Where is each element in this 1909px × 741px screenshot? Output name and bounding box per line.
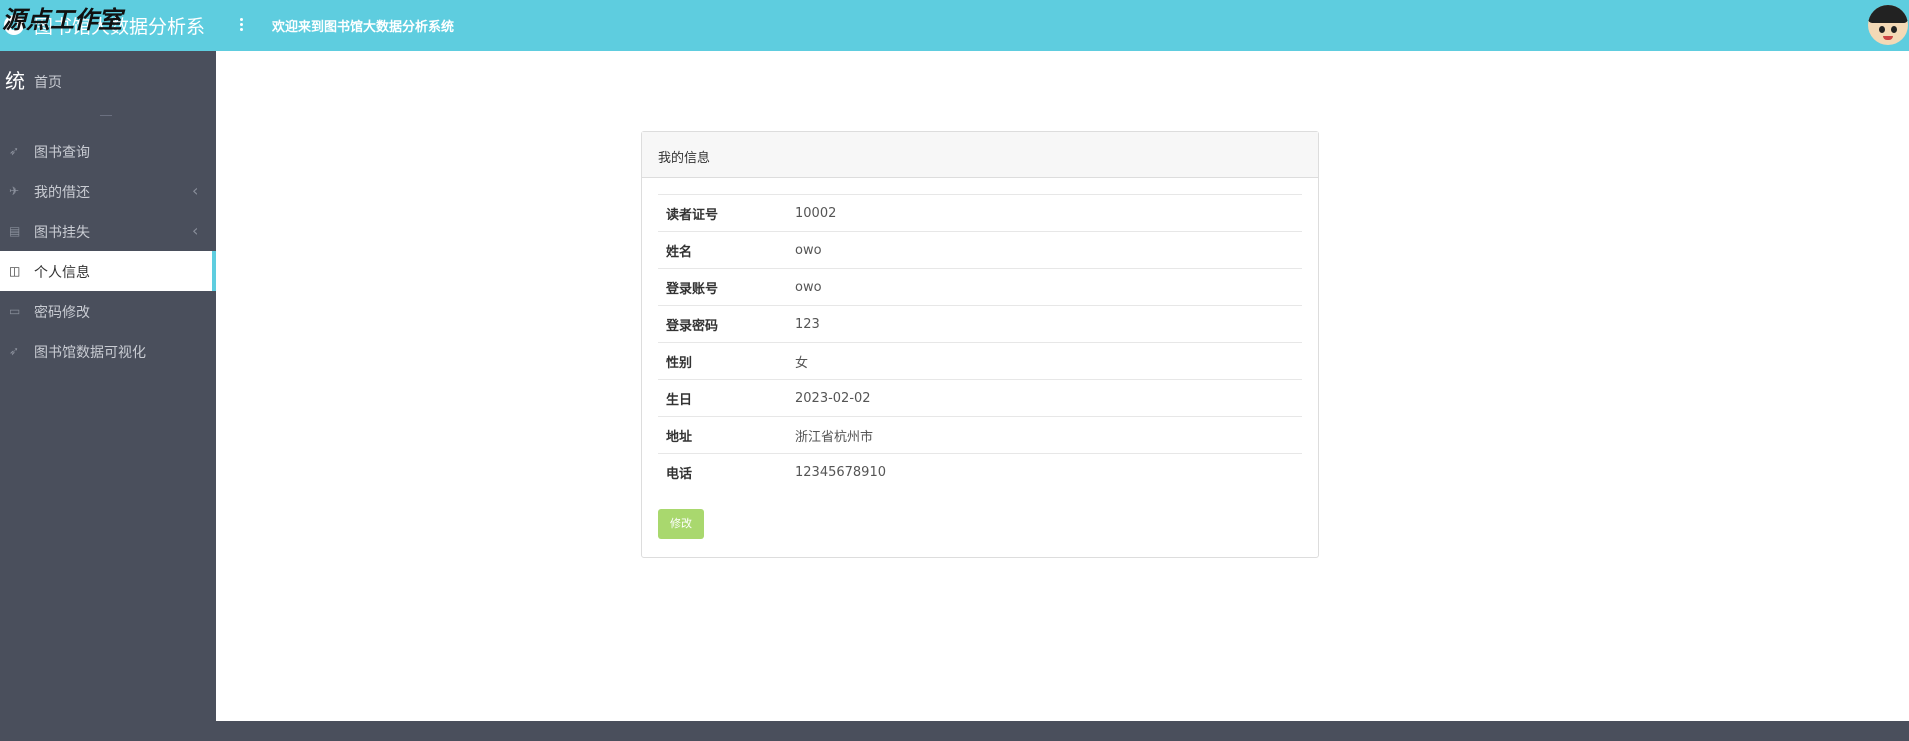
table-row: 生日 2023-02-02	[658, 379, 1302, 417]
sidebar-item-label: 密码修改	[34, 305, 90, 321]
row-key: 生日	[658, 379, 787, 417]
row-key: 电话	[658, 453, 787, 490]
table-row: 姓名 owo	[658, 231, 1302, 269]
chevron-left-icon: ‹	[192, 181, 199, 200]
row-value: 2023-02-02	[787, 379, 1302, 417]
sidebar: 统 首页 ➶ 图书查询 ✈ 我的借还 ‹ ▤ 图书挂失 ‹ ◫ 个人信息 ▭ 密…	[0, 51, 216, 741]
row-value: 浙江省杭州市	[787, 416, 1302, 454]
sidebar-item-label: 我的借还	[34, 185, 90, 201]
row-value: 12345678910	[787, 453, 1302, 490]
sidebar-item-label: 图书挂失	[34, 225, 90, 241]
table-row: 性别 女	[658, 342, 1302, 380]
row-key: 地址	[658, 416, 787, 454]
sidebar-item-label: 图书查询	[34, 145, 90, 161]
table-row: 登录密码 123	[658, 305, 1302, 343]
sidebar-item-book-loss[interactable]: ▤ 图书挂失 ‹	[0, 211, 216, 251]
sidebar-item-label: 个人信息	[34, 265, 90, 281]
rocket-icon: ➶	[9, 144, 20, 158]
top-navbar: 图书馆大数据分析系 源点工作室 欢迎来到图书馆大数据分析系统	[0, 0, 1909, 51]
row-key: 登录密码	[658, 305, 787, 343]
footer-bar	[216, 721, 1909, 741]
row-key: 读者证号	[658, 194, 787, 232]
rocket-icon: ➶	[9, 344, 20, 358]
sidebar-item-book-search[interactable]: ➶ 图书查询	[0, 131, 216, 171]
sidebar-divider	[100, 115, 112, 116]
row-key: 登录账号	[658, 268, 787, 306]
sidebar-item-change-password[interactable]: ▭ 密码修改	[0, 291, 216, 331]
my-info-panel: 我的信息 读者证号 10002 姓名 owo 登录账号 owo 登录密码 123	[641, 131, 1319, 558]
user-avatar[interactable]	[1868, 5, 1908, 45]
sidebar-item-personal-info[interactable]: ◫ 个人信息	[0, 251, 216, 291]
table-row: 登录账号 owo	[658, 268, 1302, 306]
row-value: owo	[787, 268, 1302, 306]
menu-toggle-icon[interactable]	[240, 18, 244, 32]
table-row: 读者证号 10002	[658, 194, 1302, 232]
sidebar-item-my-borrow[interactable]: ✈ 我的借还 ‹	[0, 171, 216, 211]
main-content: 我的信息 读者证号 10002 姓名 owo 登录账号 owo 登录密码 123	[216, 51, 1909, 721]
info-table: 读者证号 10002 姓名 owo 登录账号 owo 登录密码 123 性别 女…	[658, 194, 1302, 490]
welcome-text: 欢迎来到图书馆大数据分析系统	[272, 20, 455, 35]
copy-icon: ▤	[9, 224, 21, 238]
row-key: 姓名	[658, 231, 787, 269]
table-row: 电话 12345678910	[658, 453, 1302, 490]
sidebar-item-home[interactable]: 首页	[0, 61, 216, 101]
gift-icon: ◫	[9, 264, 21, 278]
inbox-icon: ▭	[9, 304, 21, 318]
row-key: 性别	[658, 342, 787, 380]
panel-title: 我的信息	[658, 151, 711, 166]
sidebar-item-label: 图书馆数据可视化	[34, 345, 146, 361]
sidebar-item-data-visualization[interactable]: ➶ 图书馆数据可视化	[0, 331, 216, 371]
row-value: owo	[787, 231, 1302, 269]
table-row: 地址 浙江省杭州市	[658, 416, 1302, 454]
sidebar-item-label: 首页	[34, 75, 62, 91]
chevron-left-icon: ‹	[192, 221, 199, 240]
row-value: 123	[787, 305, 1302, 343]
edit-button[interactable]: 修改	[658, 509, 704, 539]
watermark-text: 源点工作室	[2, 5, 122, 34]
row-value: 10002	[787, 194, 1302, 232]
row-value: 女	[787, 342, 1302, 380]
panel-header	[642, 132, 1318, 178]
plane-icon: ✈	[9, 184, 20, 198]
